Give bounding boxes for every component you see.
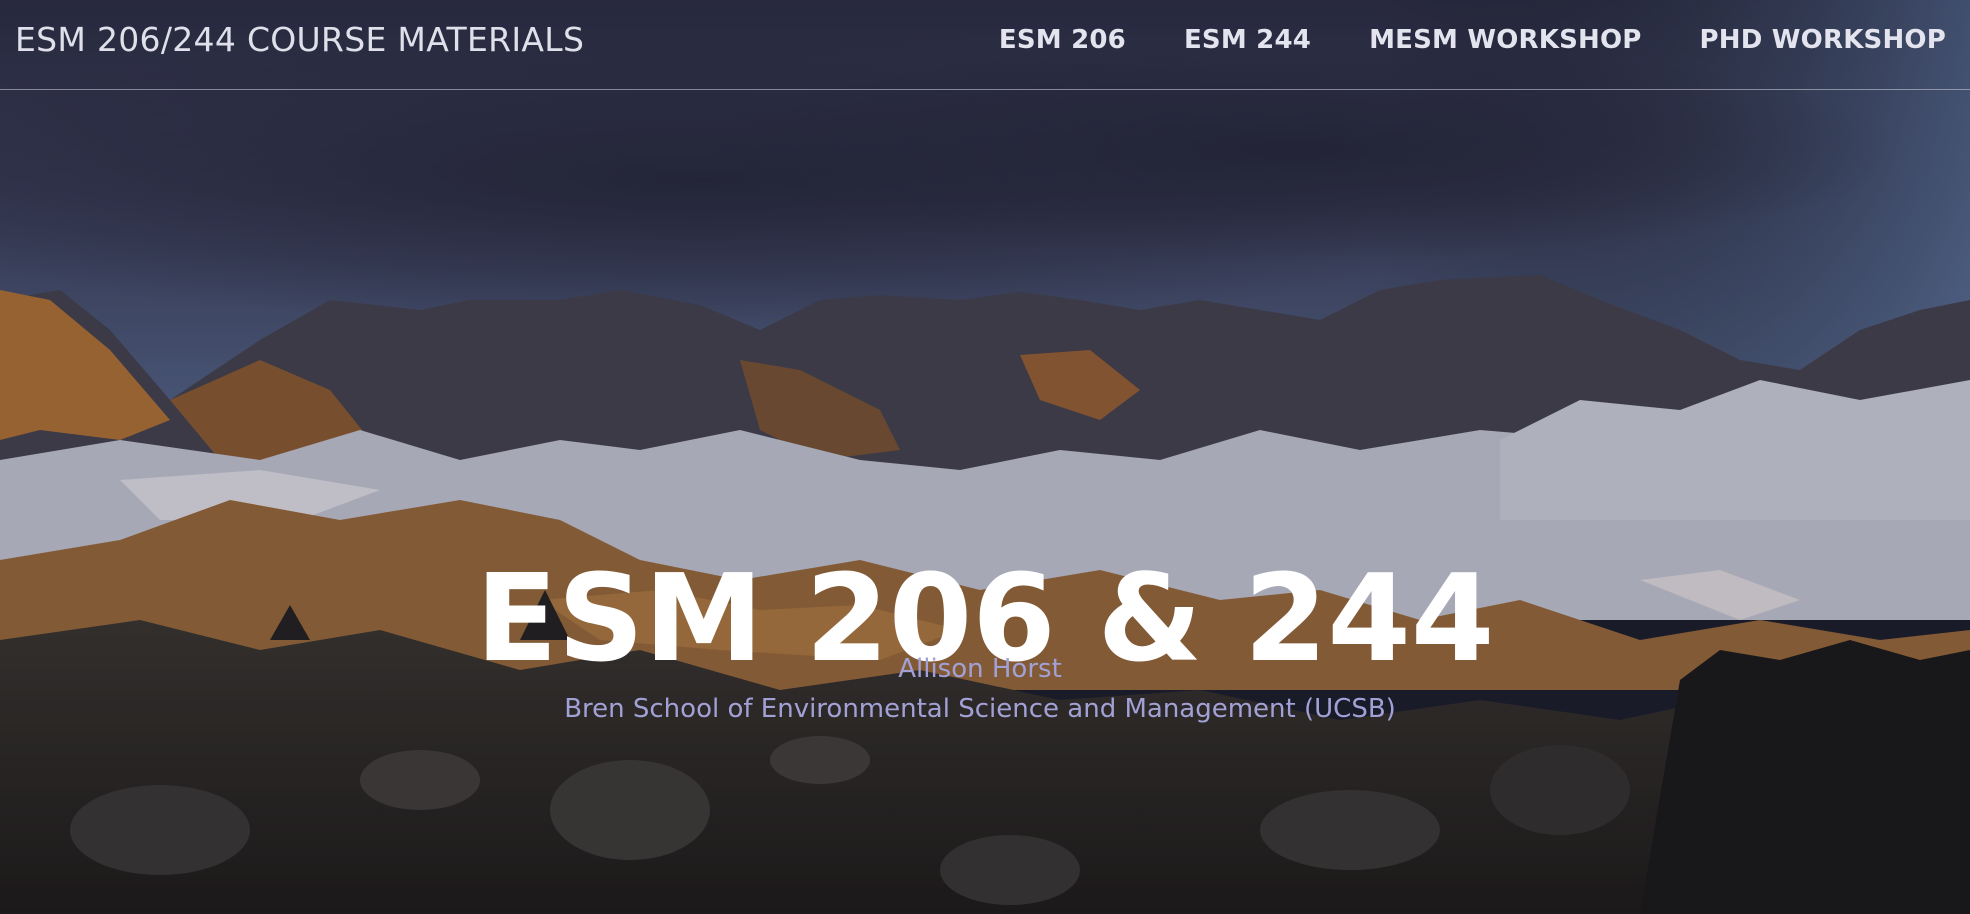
hero-section: ESM 206/244 COURSE MATERIALS ESM 206 ESM… (0, 0, 1970, 914)
nav-link-esm-244[interactable]: ESM 244 (1184, 25, 1311, 55)
nav-link-mesm-workshop[interactable]: MESM WORKSHOP (1369, 25, 1641, 55)
mountain-landscape-image (0, 0, 1970, 914)
top-navbar: ESM 206/244 COURSE MATERIALS ESM 206 ESM… (0, 0, 1970, 90)
site-brand-link[interactable]: ESM 206/244 COURSE MATERIALS (15, 0, 584, 80)
nav-link-esm-206[interactable]: ESM 206 (999, 25, 1126, 55)
nav-link-phd-workshop[interactable]: PHD WORKSHOP (1700, 25, 1946, 55)
nav-links: ESM 206 ESM 244 MESM WORKSHOP PHD WORKSH… (999, 0, 1946, 80)
hero-affiliation: Bren School of Environmental Science and… (564, 694, 1396, 724)
hero-author: Allison Horst (898, 654, 1062, 684)
